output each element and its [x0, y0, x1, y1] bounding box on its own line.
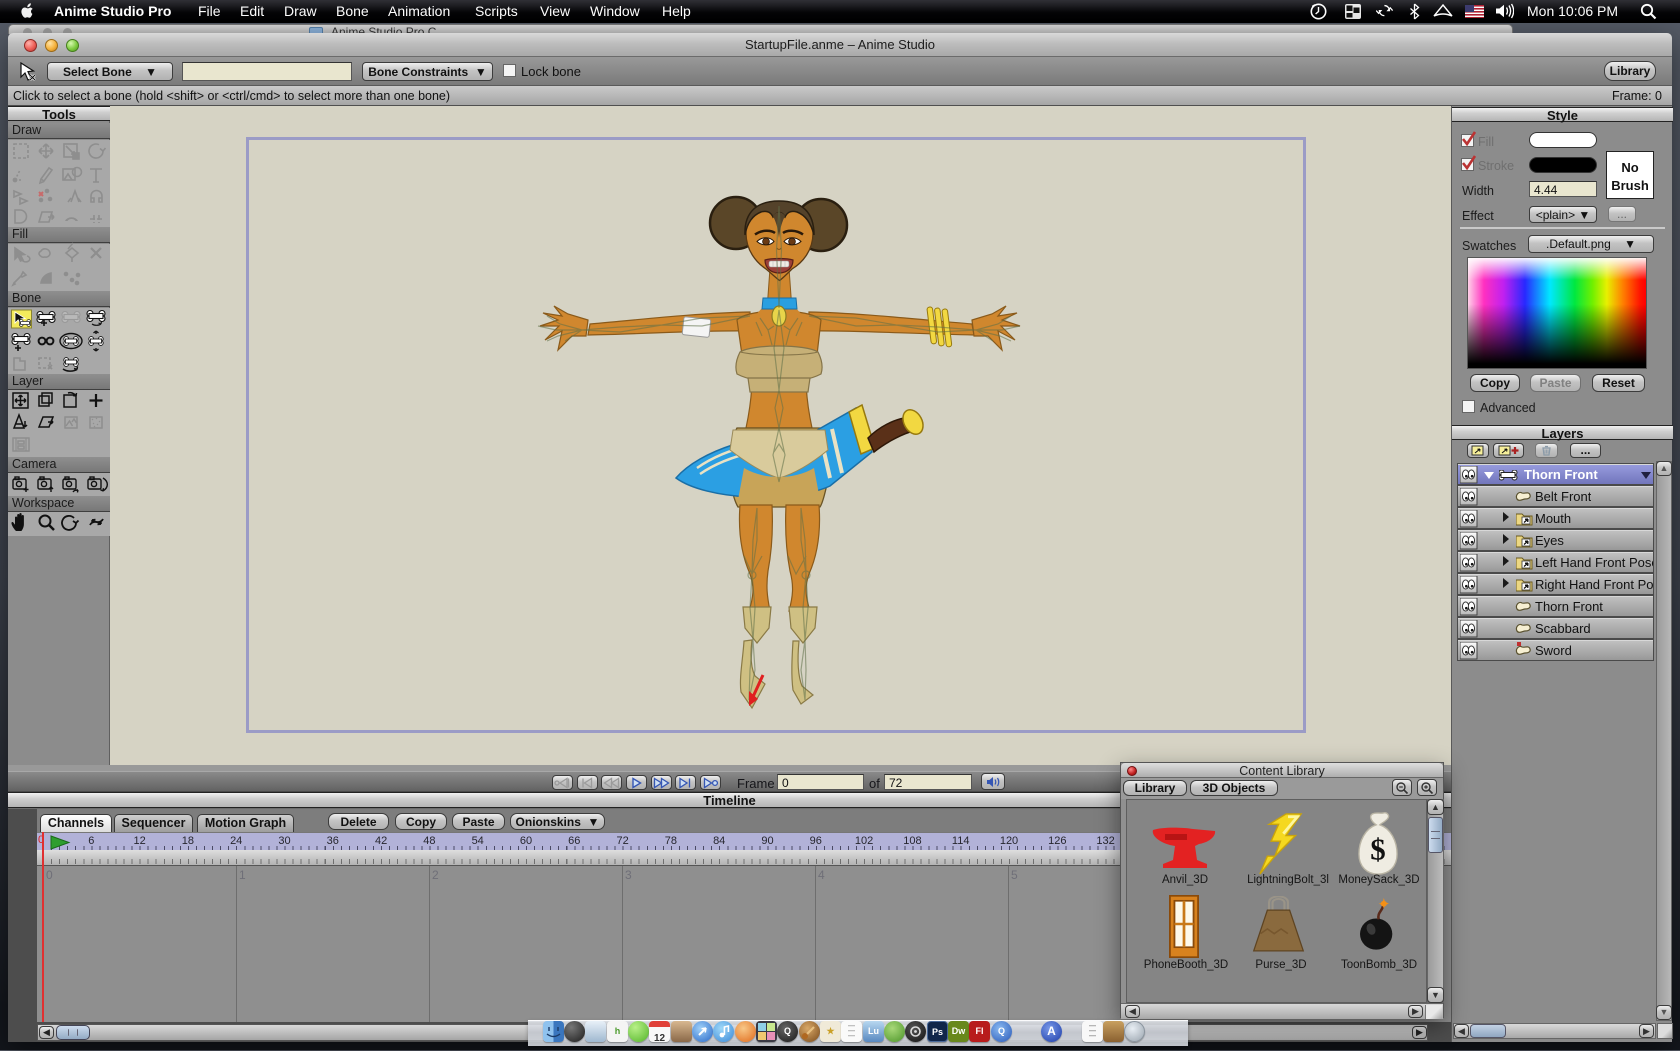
- svg-text:$: $: [1370, 831, 1385, 866]
